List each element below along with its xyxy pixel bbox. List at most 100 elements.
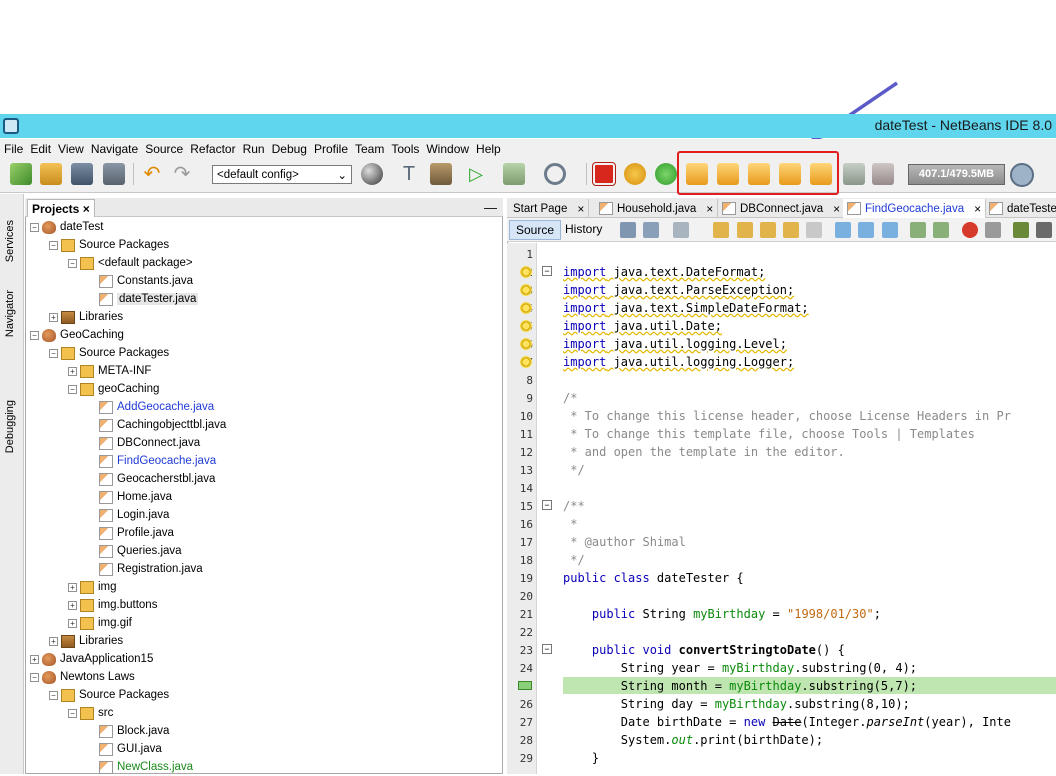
code-line[interactable]: */ xyxy=(563,463,584,477)
warning-icon[interactable] xyxy=(520,266,532,278)
code-line[interactable]: * and open the template in the editor. xyxy=(563,445,845,459)
warning-icon[interactable] xyxy=(520,320,532,332)
continue-icon[interactable] xyxy=(655,163,677,185)
menu-profile[interactable]: Profile xyxy=(314,142,348,156)
tree-item[interactable]: + JavaApplication15 xyxy=(30,650,153,668)
tree-item[interactable]: + img.gif xyxy=(68,614,132,632)
menu-edit[interactable]: Edit xyxy=(30,142,51,156)
menu-refactor[interactable]: Refactor xyxy=(190,142,235,156)
new-project-button[interactable] xyxy=(40,163,62,185)
code-line[interactable]: public void convertStringtoDate() { xyxy=(563,643,845,657)
tree-item[interactable]: Constants.java xyxy=(87,272,193,290)
collapse-icon[interactable]: − xyxy=(49,348,58,358)
close-icon[interactable]: × xyxy=(83,202,90,216)
config-select[interactable]: <default config> ⌄ xyxy=(212,165,352,184)
code-line[interactable]: Date birthDate = new Date(Integer.parseI… xyxy=(563,715,1011,729)
code-line[interactable]: /** xyxy=(563,499,585,513)
comment-icon[interactable] xyxy=(1013,222,1029,238)
menu-view[interactable]: View xyxy=(58,142,84,156)
code-line[interactable]: import java.util.logging.Level; xyxy=(563,337,787,351)
step-out-icon[interactable] xyxy=(779,163,801,185)
code-line[interactable]: * xyxy=(563,517,577,531)
fold-toggle[interactable]: − xyxy=(542,500,552,510)
tree-item[interactable]: − Newtons Laws xyxy=(30,668,135,686)
tree-item[interactable]: − GeoCaching xyxy=(30,326,124,344)
fold-toggle[interactable]: − xyxy=(542,266,552,276)
tree-item[interactable]: + img.buttons xyxy=(68,596,157,614)
tree-item[interactable]: Block.java xyxy=(87,722,169,740)
code-line[interactable]: String month = myBirthday.substring(5,7)… xyxy=(563,679,917,693)
tree-item[interactable]: + Libraries xyxy=(49,308,123,326)
step-into-icon[interactable] xyxy=(748,163,770,185)
start-macro-icon[interactable] xyxy=(962,222,978,238)
run-icon[interactable]: ▷ xyxy=(465,163,487,185)
collapse-icon[interactable]: − xyxy=(30,330,39,340)
menu-team[interactable]: Team xyxy=(355,142,384,156)
editor-tab[interactable]: Start Page × xyxy=(509,199,590,218)
debugging-tab[interactable]: Debugging xyxy=(4,400,16,453)
history-view-tab[interactable]: History xyxy=(559,220,608,240)
source-view-tab[interactable]: Source xyxy=(509,220,562,240)
tree-item[interactable]: dateTester.java xyxy=(87,290,199,308)
debug-button[interactable] xyxy=(503,163,525,185)
tree-item[interactable]: DBConnect.java xyxy=(87,434,200,452)
close-icon[interactable]: × xyxy=(974,202,981,216)
undo-icon[interactable]: ↶ xyxy=(141,163,163,185)
code-line[interactable]: * To change this license header, choose … xyxy=(563,409,1011,423)
menu-run[interactable]: Run xyxy=(243,142,265,156)
apply-code-changes-icon[interactable] xyxy=(843,163,865,185)
tree-item[interactable]: Cachingobjecttbl.java xyxy=(87,416,226,434)
redo-icon[interactable]: ↷ xyxy=(171,163,193,185)
code-line[interactable]: public class dateTester { xyxy=(563,571,744,585)
code-line[interactable]: import java.text.DateFormat; xyxy=(563,265,765,279)
uncomment-icon[interactable] xyxy=(1036,222,1052,238)
tree-item[interactable]: Login.java xyxy=(87,506,169,524)
editor-tab[interactable]: DBConnect.java × xyxy=(718,199,846,218)
editor-tab[interactable]: FindGeocache.java × xyxy=(843,199,987,218)
menu-navigate[interactable]: Navigate xyxy=(91,142,138,156)
services-tab[interactable]: Services xyxy=(4,220,16,262)
tree-item[interactable]: Home.java xyxy=(87,488,172,506)
tree-item[interactable]: + Libraries xyxy=(49,632,123,650)
expand-icon[interactable]: + xyxy=(68,600,77,610)
menu-tools[interactable]: Tools xyxy=(391,142,419,156)
code-line[interactable]: System.out.print(birthDate); xyxy=(563,733,823,747)
close-icon[interactable]: × xyxy=(833,202,840,216)
profile-icon[interactable] xyxy=(544,163,566,185)
toggle-bookmark-icon[interactable] xyxy=(882,222,898,238)
menu-window[interactable]: Window xyxy=(426,142,469,156)
projects-tab[interactable]: Projects × xyxy=(27,199,95,217)
hammer-icon[interactable]: T xyxy=(398,163,420,185)
step-over-icon[interactable] xyxy=(686,163,708,185)
tree-item[interactable]: − dateTest xyxy=(30,218,103,236)
code-line[interactable]: String day = myBirthday.substring(8,10); xyxy=(563,697,910,711)
stop-icon[interactable] xyxy=(592,162,616,186)
tree-item[interactable]: − <default package> xyxy=(68,254,193,272)
code-line[interactable]: import java.util.logging.Logger; xyxy=(563,355,794,369)
back-icon[interactable] xyxy=(643,222,659,238)
tree-item[interactable]: + META-INF xyxy=(68,362,151,380)
new-file-button[interactable] xyxy=(10,163,32,185)
find-icon[interactable] xyxy=(713,222,729,238)
collapse-icon[interactable]: − xyxy=(30,222,39,232)
code-line[interactable]: /* xyxy=(563,391,577,405)
find-previous-icon[interactable] xyxy=(737,222,753,238)
globe-icon[interactable] xyxy=(361,163,383,185)
step-over-expression-icon[interactable] xyxy=(717,163,739,185)
collapse-icon[interactable]: − xyxy=(30,672,39,682)
open-project-button[interactable] xyxy=(71,163,93,185)
menu-source[interactable]: Source xyxy=(145,142,183,156)
pause-icon[interactable] xyxy=(624,163,646,185)
expand-icon[interactable]: + xyxy=(30,654,39,664)
take-snapshot-icon[interactable] xyxy=(872,163,894,185)
forward-icon[interactable] xyxy=(673,222,689,238)
close-icon[interactable]: × xyxy=(706,202,713,216)
clean-build-button[interactable] xyxy=(430,163,452,185)
garbage-collect-icon[interactable] xyxy=(1010,163,1034,187)
warning-icon[interactable] xyxy=(520,284,532,296)
code-line[interactable]: * To change this template file, choose T… xyxy=(563,427,975,441)
tree-item[interactable]: − Source Packages xyxy=(49,236,169,254)
tree-item[interactable]: + img xyxy=(68,578,117,596)
code-line[interactable]: * @author Shimal xyxy=(563,535,686,549)
toggle-highlight-icon[interactable] xyxy=(783,222,799,238)
